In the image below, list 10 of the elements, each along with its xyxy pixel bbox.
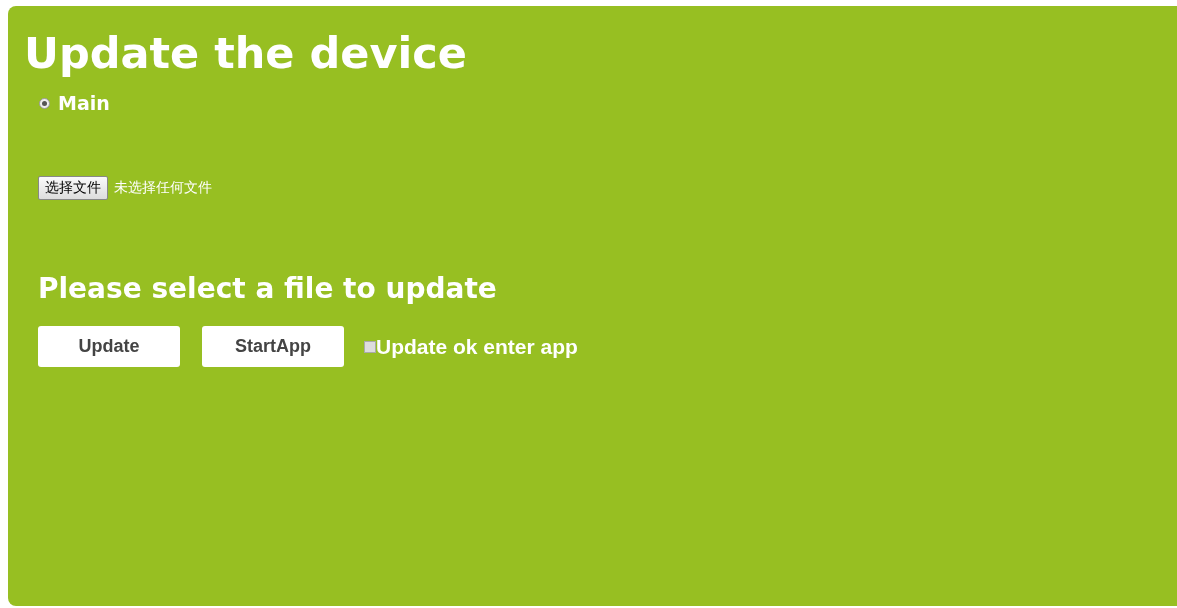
radio-button[interactable] xyxy=(39,97,50,109)
choose-file-button[interactable]: 选择文件 xyxy=(38,176,108,200)
file-status: 未选择任何文件 xyxy=(114,179,212,197)
page-title: Update the device xyxy=(24,28,467,78)
action-button[interactable]: Update xyxy=(38,326,180,367)
action-button[interactable]: StartApp xyxy=(202,326,344,367)
radio-label: Main xyxy=(58,92,110,114)
checkbox-label: Update ok enter app xyxy=(376,334,578,359)
checkbox[interactable] xyxy=(364,340,376,353)
section-heading: Please select a file to update xyxy=(38,272,497,306)
